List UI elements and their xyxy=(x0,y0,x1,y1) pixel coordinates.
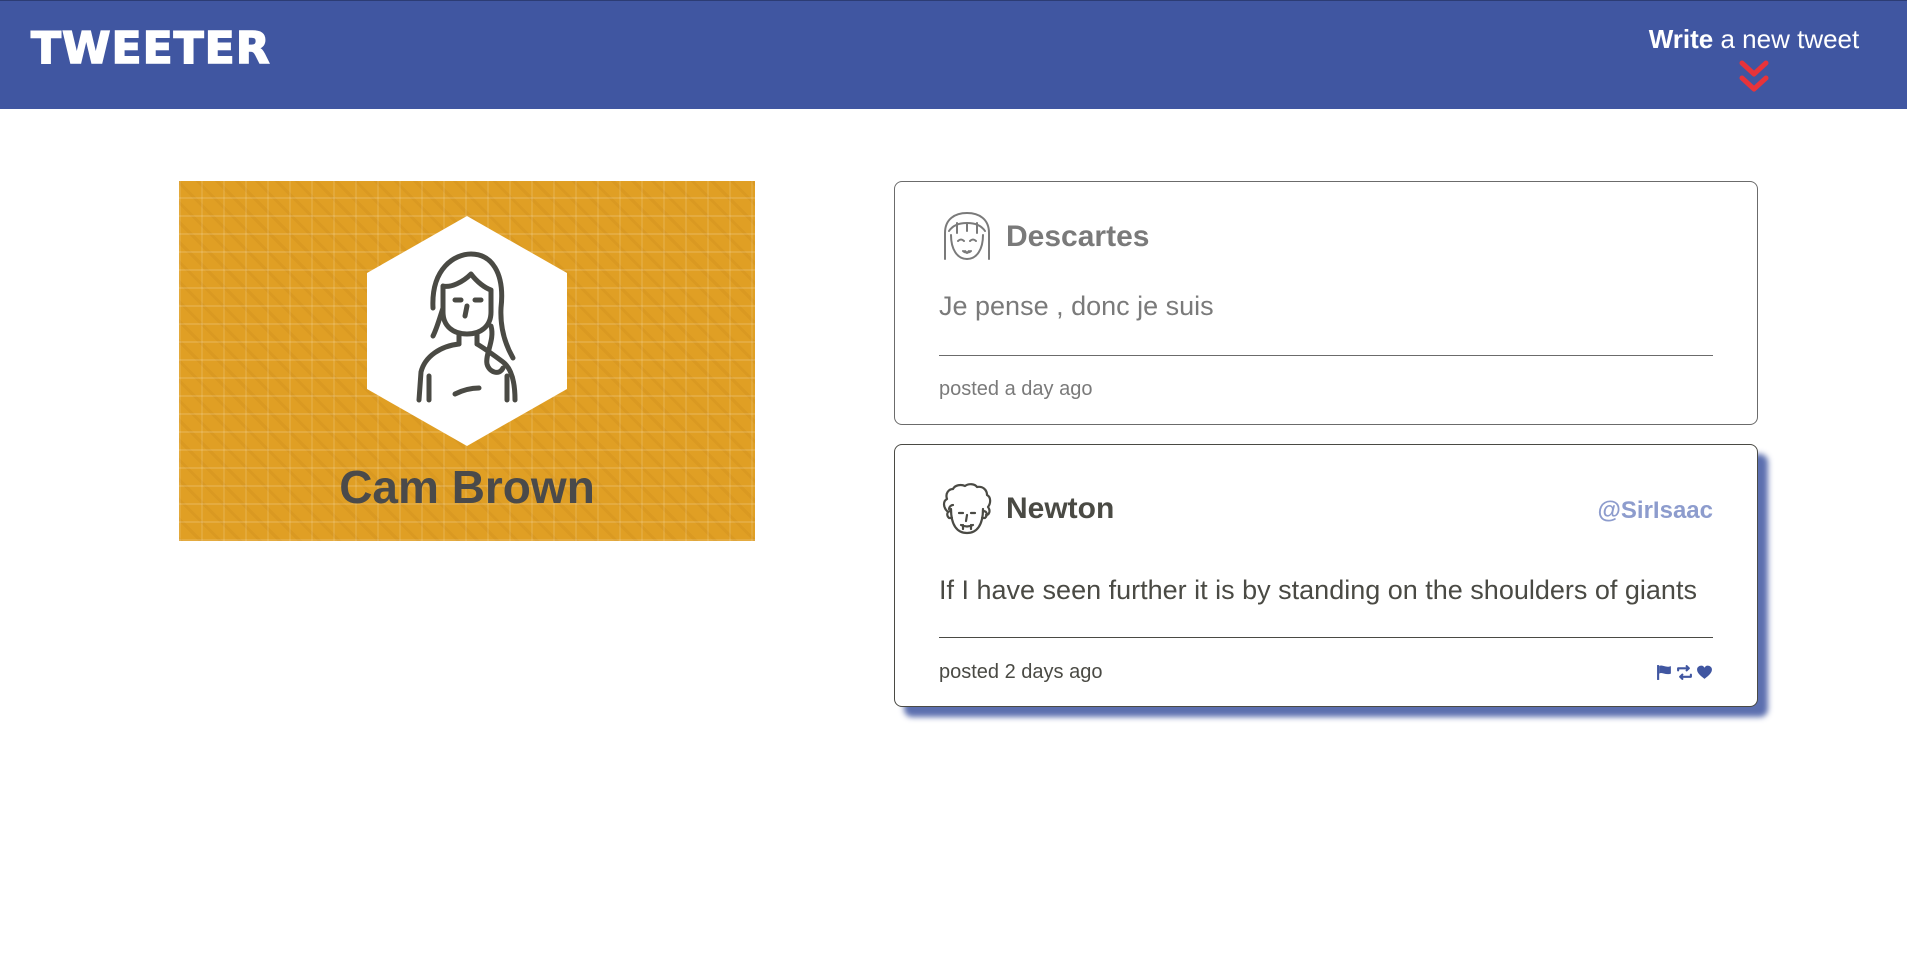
tweet-author: Newton xyxy=(1006,492,1115,525)
profile-card: Cam Brown xyxy=(179,181,755,541)
tweet-timestamp: posted 2 days ago xyxy=(939,661,1103,683)
brand-logo[interactable]: TWEETER xyxy=(30,22,271,75)
tweet-actions xyxy=(1656,664,1713,681)
tweet-card[interactable]: Newton @SirIsaac If I have seen further … xyxy=(894,444,1758,707)
tweet-handle[interactable]: @SirIsaac xyxy=(1598,495,1713,527)
retweet-icon[interactable] xyxy=(1676,664,1693,681)
woman-avatar-icon xyxy=(367,216,567,446)
profile-name: Cam Brown xyxy=(339,461,595,513)
top-nav: TWEETER Write a new tweet xyxy=(0,0,1907,109)
girl-avatar-icon xyxy=(944,212,990,260)
tweet-text: If I have seen further it is by standing… xyxy=(939,575,1697,605)
tweet-text: Je pense , donc je suis xyxy=(939,291,1214,321)
tweet-card[interactable]: Descartes Je pense , donc je suis posted… xyxy=(894,181,1758,425)
tweet-divider xyxy=(939,637,1713,638)
compose-label-strong: Write xyxy=(1648,24,1714,54)
compose-toggle[interactable]: Write a new tweet xyxy=(1644,21,1864,95)
heart-icon[interactable] xyxy=(1696,664,1713,681)
tweet-author: Descartes xyxy=(1006,220,1150,253)
compose-label[interactable]: Write a new tweet xyxy=(1644,21,1864,57)
flag-icon[interactable] xyxy=(1656,664,1673,681)
compose-label-rest: a new tweet xyxy=(1713,24,1860,54)
curly-hair-avatar-icon xyxy=(942,483,992,535)
double-chevron-down-icon[interactable] xyxy=(1738,59,1770,95)
tweet-divider xyxy=(939,355,1713,356)
tweet-timestamp: posted a day ago xyxy=(939,378,1093,400)
